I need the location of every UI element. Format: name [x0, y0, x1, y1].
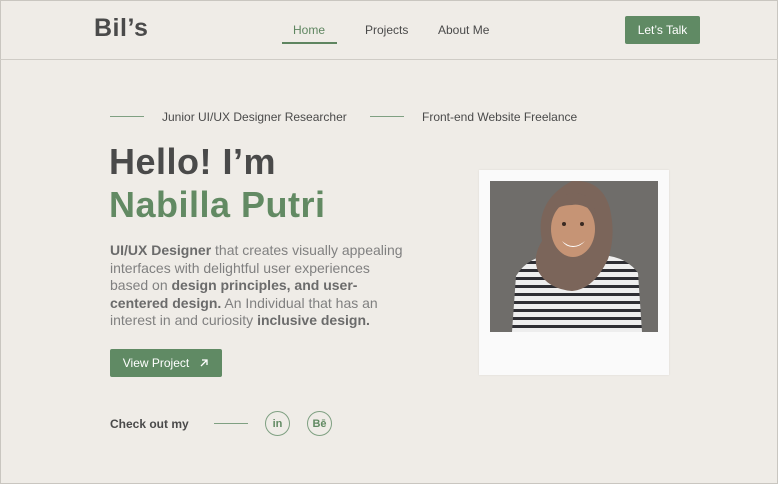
nav-projects[interactable]: Projects — [365, 23, 408, 37]
hero-description: UI/UX Designer that creates visually app… — [110, 242, 403, 328]
role-divider — [370, 116, 404, 117]
role-divider — [110, 116, 144, 117]
nav-about[interactable]: About Me — [438, 23, 489, 37]
hero-greeting: Hello! I’m — [109, 141, 277, 182]
nav-active-indicator — [282, 42, 337, 44]
linkedin-icon[interactable]: in — [265, 411, 290, 436]
portrait-illustration — [490, 181, 658, 332]
nav-home[interactable]: Home — [293, 23, 325, 37]
view-project-button[interactable]: View Project — [110, 349, 222, 377]
role-freelance: Front-end Website Freelance — [422, 110, 578, 124]
social-divider — [214, 423, 248, 424]
social-label: Check out my — [110, 417, 189, 431]
hero-name: Nabilla Putri — [109, 184, 326, 225]
desc-role: UI/UX Designer — [110, 242, 212, 258]
behance-icon[interactable]: Bē — [307, 411, 332, 436]
arrow-up-right-icon — [200, 359, 208, 367]
logo[interactable]: Bil’s — [94, 14, 148, 43]
role-designer: Junior UI/UX Designer Researcher — [162, 110, 347, 124]
view-project-label: View Project — [122, 356, 190, 370]
profile-photo — [490, 181, 658, 332]
lets-talk-button[interactable]: Let’s Talk — [625, 16, 700, 44]
site-header: Bil’s Home Projects About Me Let’s Talk — [0, 0, 778, 60]
